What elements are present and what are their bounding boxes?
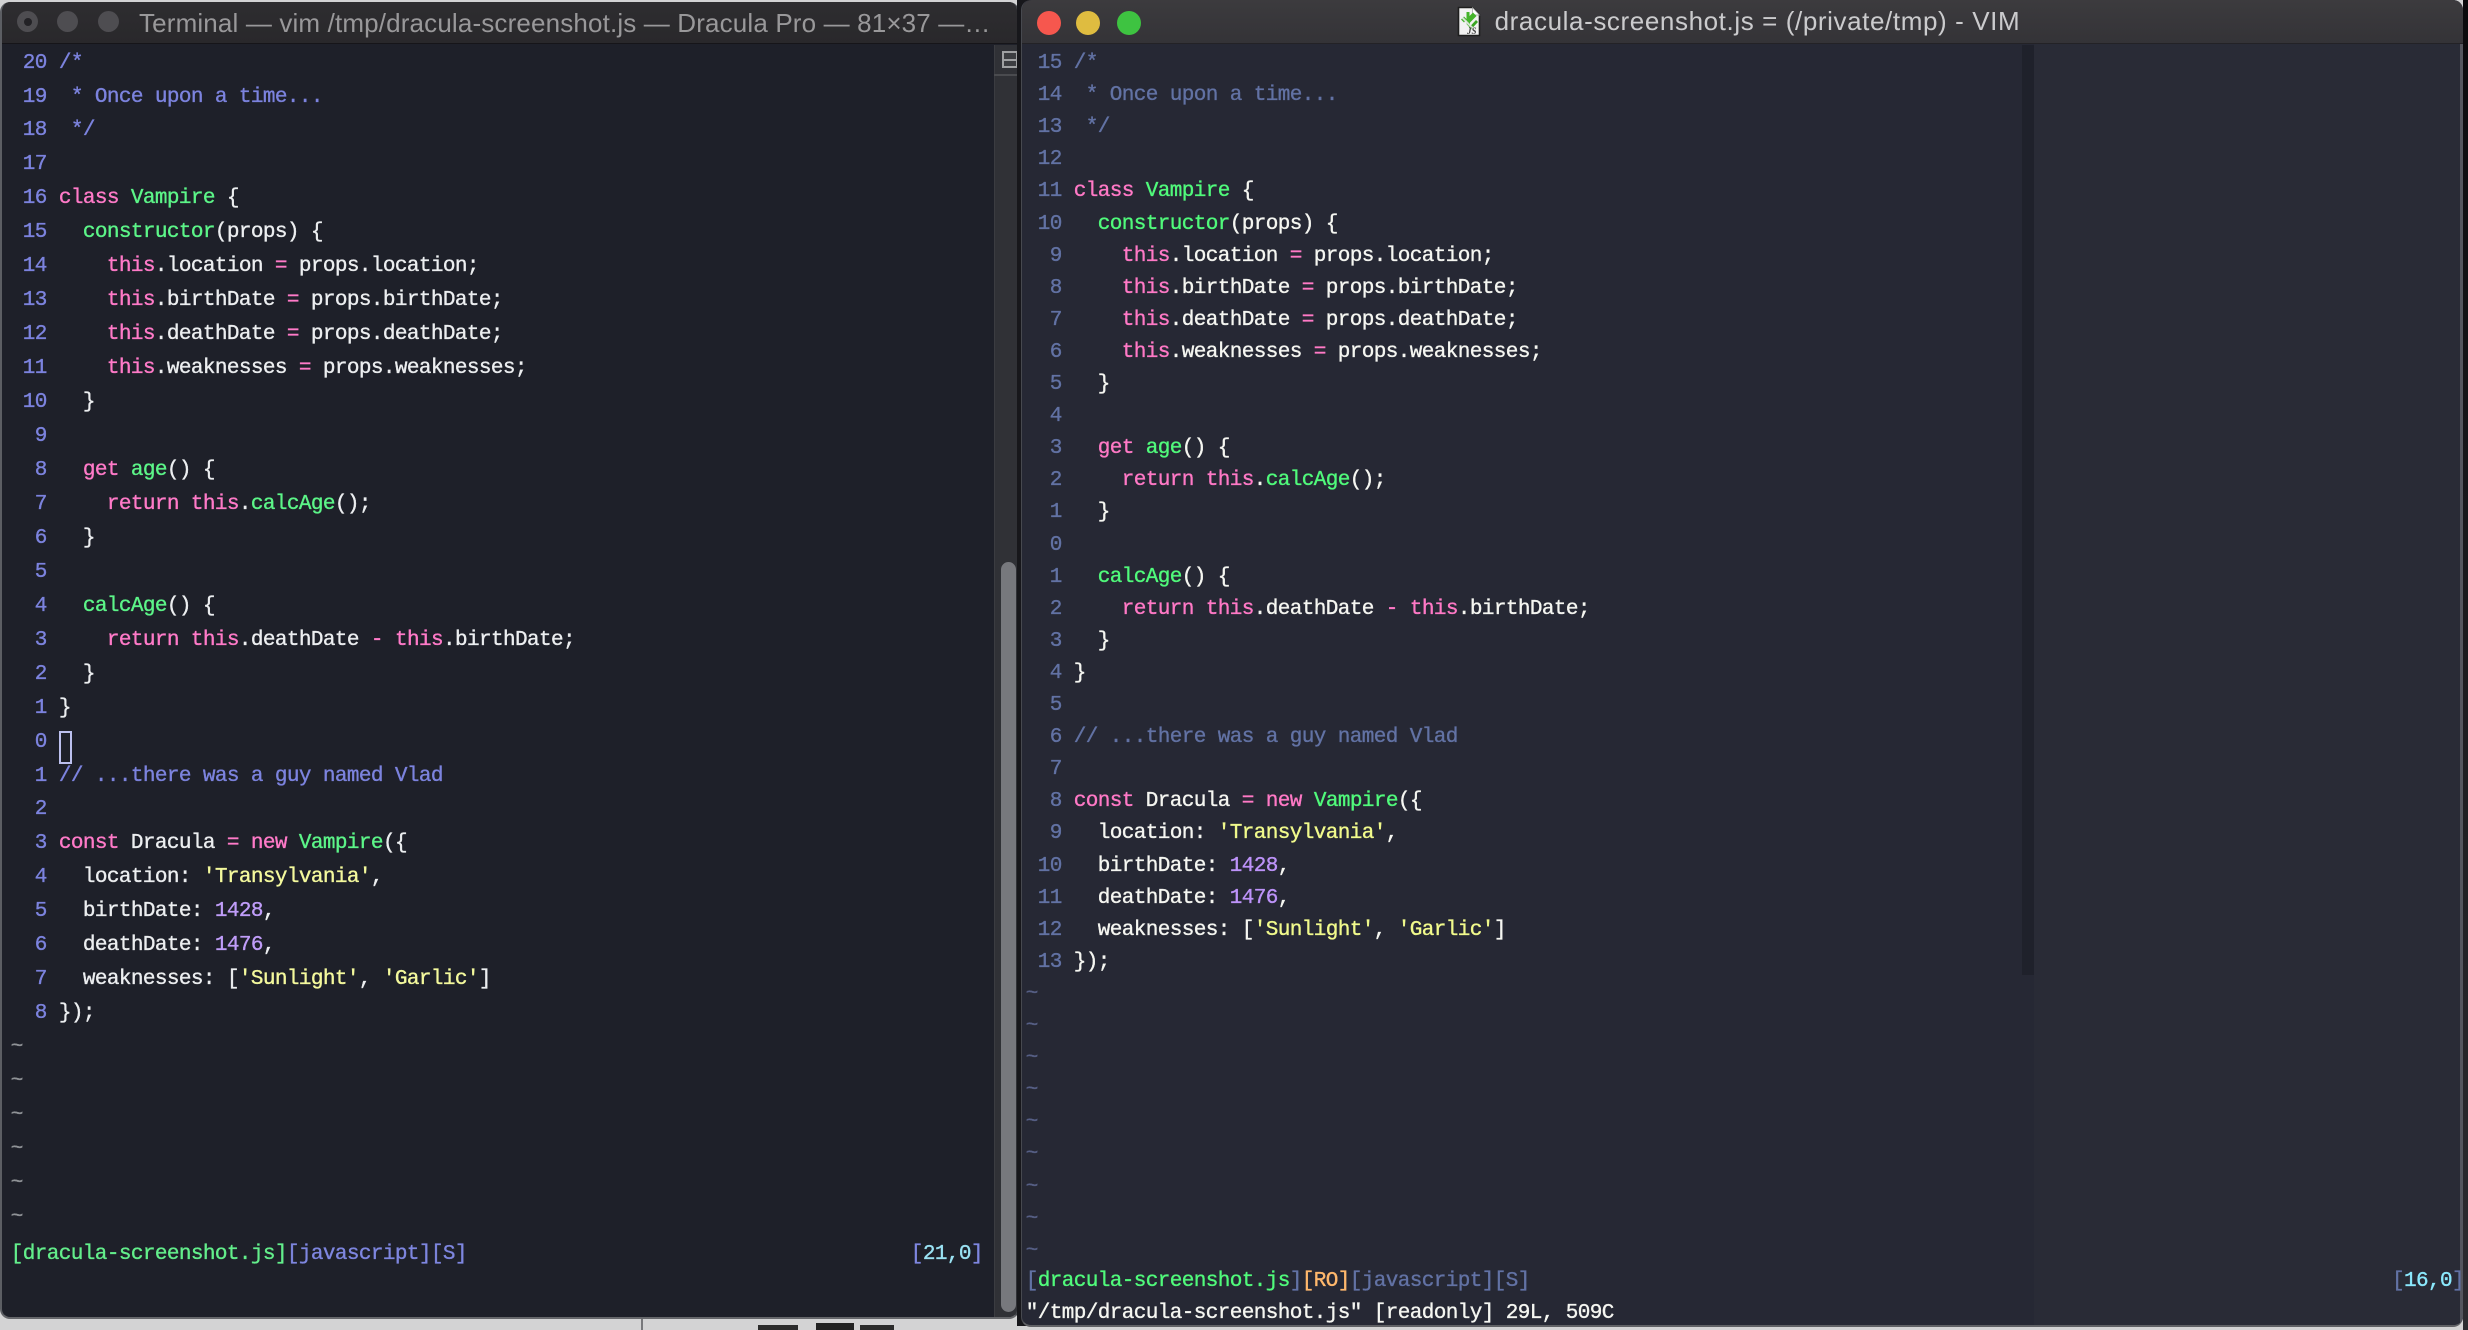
svg-text:JS: JS: [1466, 26, 1477, 36]
